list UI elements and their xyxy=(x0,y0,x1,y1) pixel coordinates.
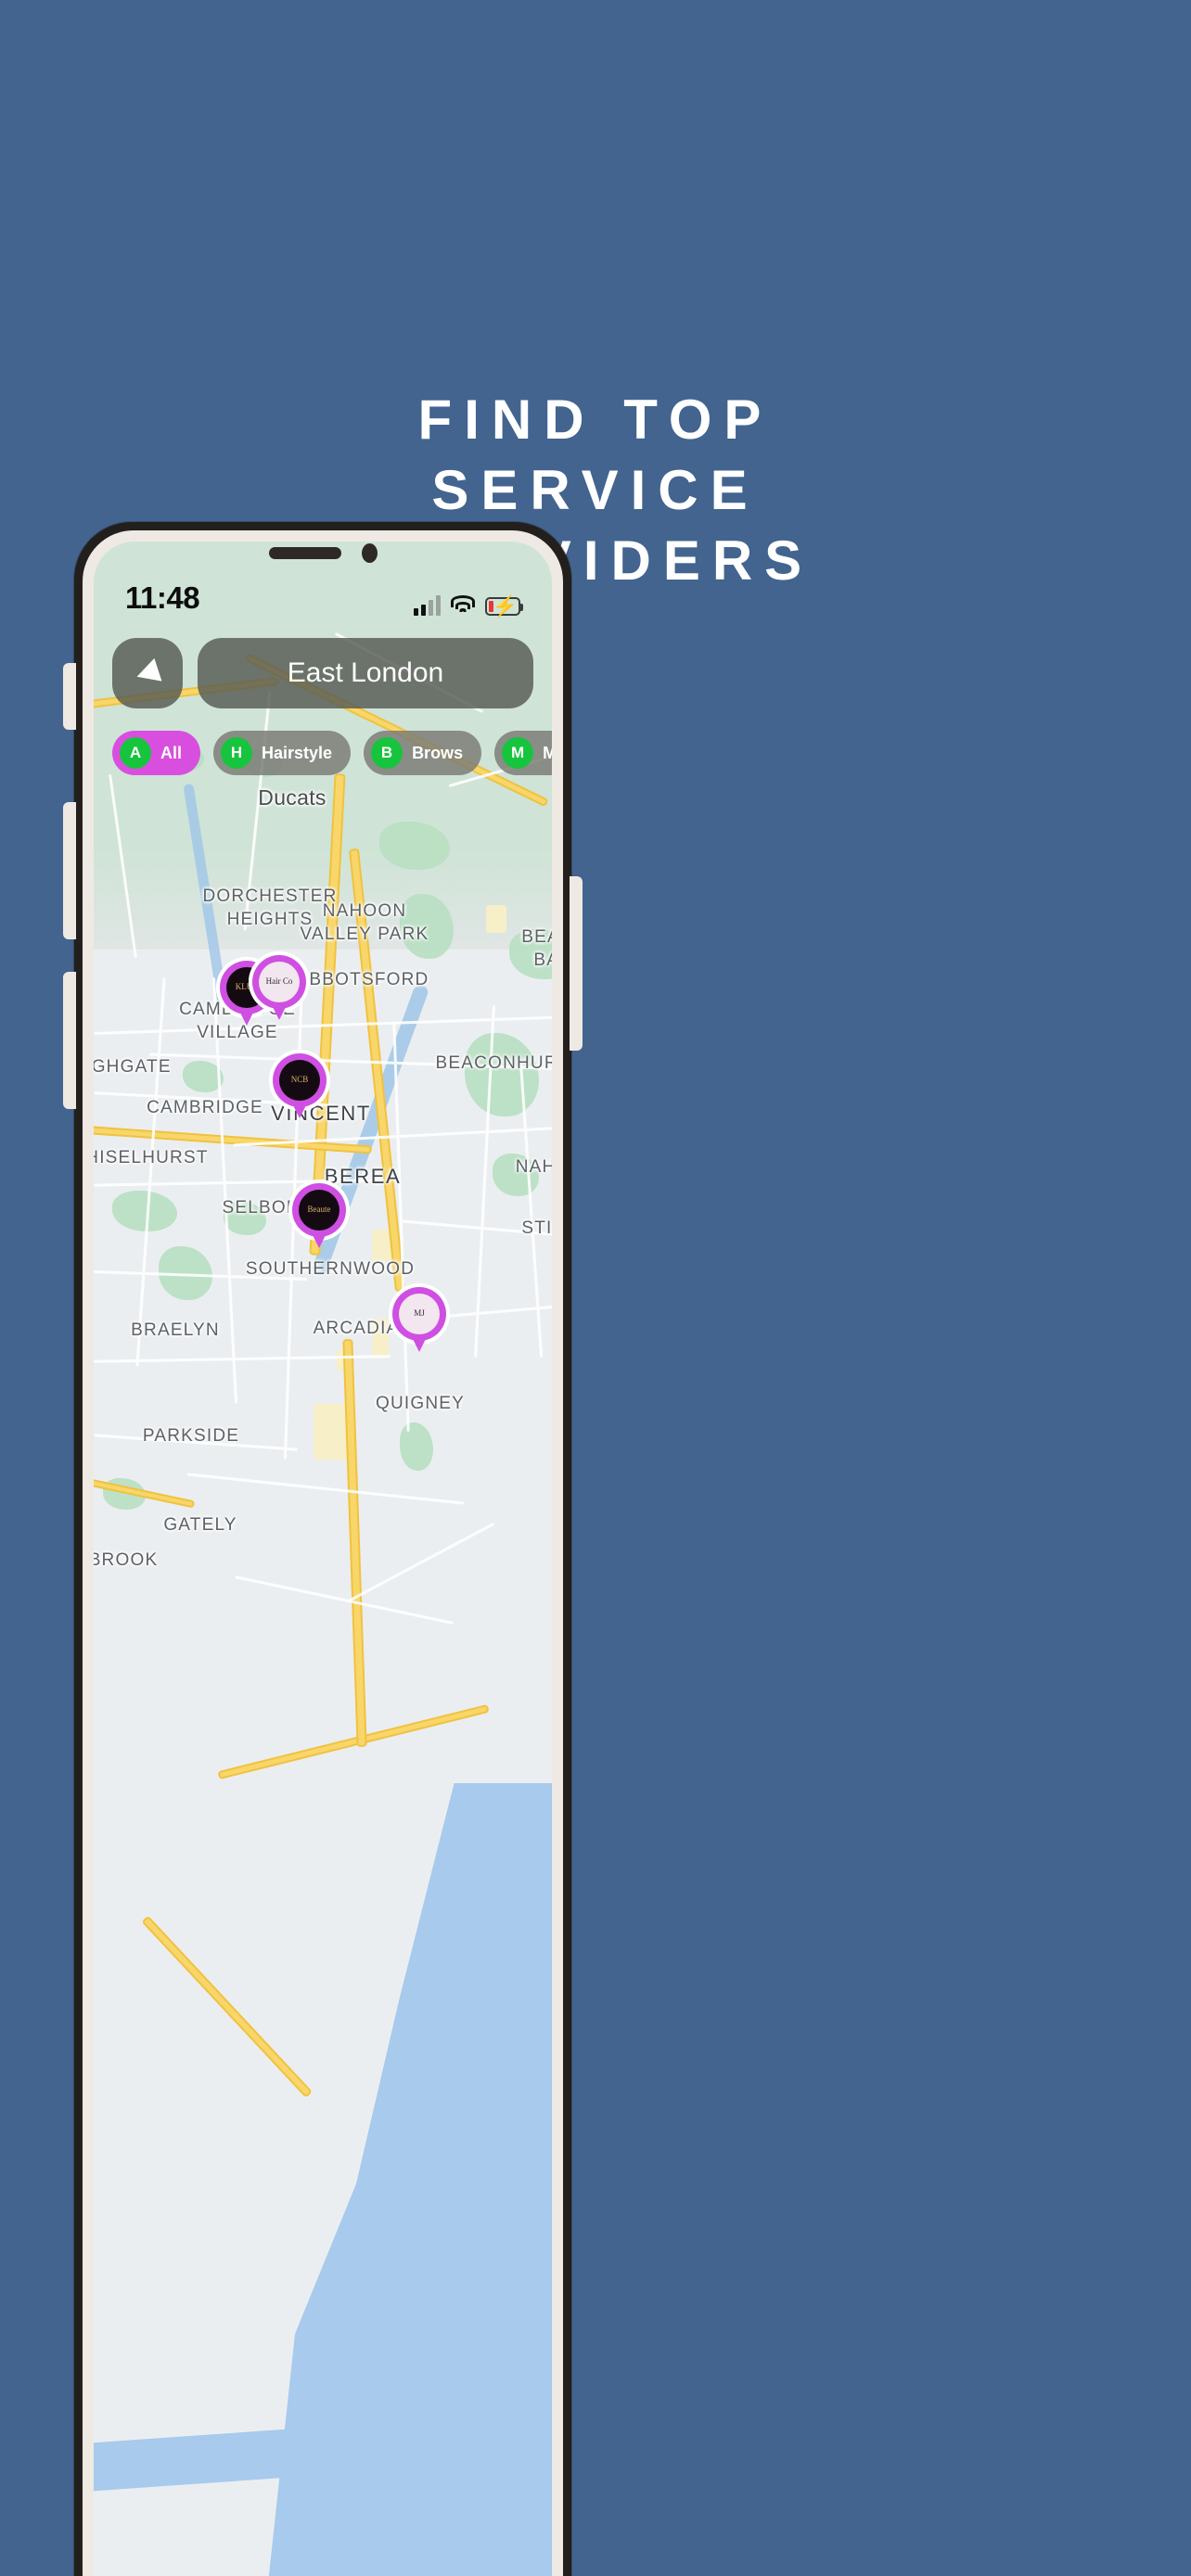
map-label: BROOK xyxy=(94,1550,159,1570)
provider-logo-thumbnail: Beaute xyxy=(299,1190,339,1231)
provider-logo-thumbnail: NCB xyxy=(279,1060,320,1101)
phone-screen: Ducats DORCHESTER HEIGHTS NAHOON VALLEY PA… xyxy=(94,542,552,2576)
filter-chip-label: Makeup xyxy=(543,743,552,762)
front-camera-icon xyxy=(361,542,378,563)
filter-chip-label: Hairstyle xyxy=(262,743,333,762)
map-pin-provider[interactable]: NCB xyxy=(269,1050,330,1124)
recenter-location-button[interactable] xyxy=(112,638,183,708)
filter-chip-makeup[interactable]: M Makeup xyxy=(494,731,552,775)
map-canvas[interactable]: Ducats DORCHESTER HEIGHTS NAHOON VALLEY PA… xyxy=(94,542,552,2576)
status-time: 11:48 xyxy=(125,580,200,615)
map-label: NAHOON VALLEY PARK xyxy=(300,901,429,944)
search-input-value: East London xyxy=(287,657,444,688)
map-overlay-controls: East London AAllHHairstyleBBrowsMMakeupN… xyxy=(94,638,552,775)
category-badge-icon: H xyxy=(221,737,253,769)
search-input[interactable]: East London xyxy=(198,638,533,708)
battery-charging-icon: ⚡ xyxy=(485,594,523,618)
map-pin-provider[interactable]: Beaute xyxy=(288,1180,350,1254)
map-label: BEACONHURST xyxy=(435,1053,552,1073)
volume-up-button[interactable] xyxy=(63,802,76,939)
map-label: ARCADIA xyxy=(313,1319,400,1338)
map-label: SOUTHERNWOOD xyxy=(245,1259,416,1279)
map-label: QUIGNEY xyxy=(375,1394,466,1413)
status-icons: ⚡ xyxy=(414,594,523,618)
map-label: BRAELYN xyxy=(131,1320,220,1340)
category-filter-chips: AAllHHairstyleBBrowsMMakeupNNails xyxy=(94,731,552,775)
map-label: CHISELHURST xyxy=(94,1148,209,1167)
map-label: NAHOON xyxy=(515,1157,552,1177)
map-label: Ducats xyxy=(258,785,327,810)
map-street-network xyxy=(94,542,552,2576)
filter-chip-brows[interactable]: B Brows xyxy=(364,731,482,775)
filter-chip-label: Brows xyxy=(412,743,464,762)
map-label: GATELY xyxy=(163,1515,237,1535)
wifi-icon xyxy=(450,595,476,616)
earpiece-speaker-icon xyxy=(268,546,341,559)
silence-switch[interactable] xyxy=(63,663,76,730)
cellular-signal-icon xyxy=(414,595,441,616)
map-label: ABBOTSFORD xyxy=(296,970,429,989)
map-pin-provider[interactable]: Hair Co xyxy=(249,951,310,1026)
filter-chip-hairstyle[interactable]: H Hairstyle xyxy=(213,731,352,775)
charging-bolt-icon: ⚡ xyxy=(492,594,518,618)
filter-chip-label: All xyxy=(160,743,183,762)
volume-down-button[interactable] xyxy=(63,972,76,1109)
map-label: CAMBRIDGE xyxy=(147,1098,263,1117)
provider-logo-thumbnail: MJ xyxy=(399,1294,440,1334)
provider-logo-thumbnail: Hair Co xyxy=(259,962,300,1002)
map-label: PARKSIDE xyxy=(142,1426,240,1446)
category-badge-icon: A xyxy=(120,737,151,769)
map-label: BEACON BAY N xyxy=(521,927,552,970)
map-label: STIRLING xyxy=(521,1218,552,1238)
search-row: East London xyxy=(94,638,552,708)
navigation-arrow-icon xyxy=(133,657,162,689)
map-pin-provider[interactable]: MJ xyxy=(389,1283,450,1358)
filter-chip-all[interactable]: A All xyxy=(112,731,201,775)
phone-notch xyxy=(241,535,404,570)
category-badge-icon: M xyxy=(502,737,534,769)
category-badge-icon: B xyxy=(371,737,403,769)
map-label: HIGHGATE xyxy=(94,1057,172,1077)
phone-device-mockup: Ducats DORCHESTER HEIGHTS NAHOON VALLEY PA… xyxy=(63,522,583,2576)
power-button[interactable] xyxy=(570,876,583,1051)
